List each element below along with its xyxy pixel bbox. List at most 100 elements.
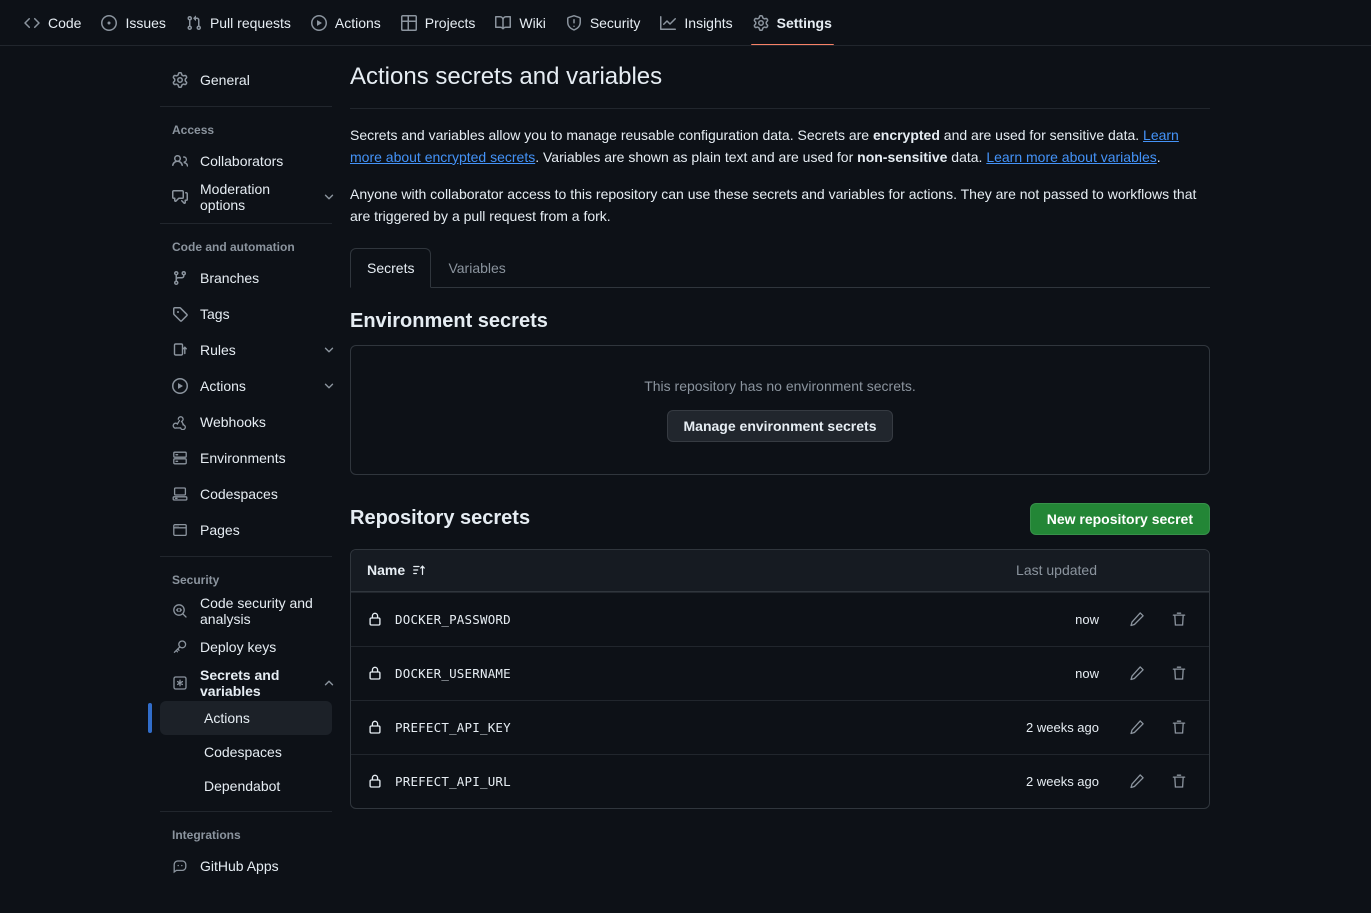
- manage-environment-secrets-button[interactable]: Manage environment secrets: [667, 410, 894, 442]
- sidebar-item-environments[interactable]: Environments: [160, 440, 344, 476]
- webhook-icon: [172, 414, 188, 430]
- browser-icon: [172, 522, 188, 538]
- sidebar-item-label: Rules: [200, 342, 310, 358]
- repository-secrets-heading: Repository secrets: [350, 507, 530, 530]
- nav-item-wiki[interactable]: Wiki: [485, 0, 555, 46]
- column-header-last-updated: Last updated: [1016, 562, 1193, 578]
- link-variables[interactable]: Learn more about variables: [986, 149, 1156, 165]
- sidebar-item-general[interactable]: General: [160, 62, 344, 98]
- main-content: Actions secrets and variables Secrets an…: [344, 46, 1371, 913]
- trash-icon[interactable]: [1165, 713, 1193, 741]
- environment-secrets-heading: Environment secrets: [350, 310, 1210, 333]
- sidebar-item-label: Environments: [200, 450, 336, 466]
- sidebar-divider: [160, 811, 332, 812]
- graph-icon: [660, 15, 676, 31]
- description-paragraph-2: Anyone with collaborator access to this …: [350, 184, 1210, 227]
- chevron-down-icon[interactable]: [322, 379, 336, 393]
- sort-asc-icon[interactable]: [412, 563, 426, 577]
- nav-item-projects[interactable]: Projects: [391, 0, 486, 46]
- table-row: PREFECT_API_KEY 2 weeks ago: [351, 700, 1209, 754]
- nav-item-label: Code: [48, 15, 81, 31]
- nav-item-security[interactable]: Security: [556, 0, 651, 46]
- trash-icon[interactable]: [1165, 659, 1193, 687]
- rules-icon: [172, 342, 188, 358]
- chevron-down-icon[interactable]: [322, 190, 336, 204]
- github-apps-icon: [172, 858, 188, 874]
- sidebar-item-deploy-keys[interactable]: Deploy keys: [160, 629, 344, 665]
- pencil-icon[interactable]: [1123, 659, 1151, 687]
- repository-secrets-table: Name Last updated DOCKER_PASSWORD now: [350, 549, 1210, 809]
- secret-name: DOCKER_USERNAME: [395, 666, 511, 681]
- trash-icon[interactable]: [1165, 605, 1193, 633]
- nav-item-issues[interactable]: Issues: [91, 0, 175, 46]
- code-icon: [24, 15, 40, 31]
- nav-item-label: Issues: [125, 15, 165, 31]
- sidebar-subitem-codespaces[interactable]: Codespaces: [160, 735, 332, 769]
- column-header-name-label: Name: [367, 562, 405, 578]
- secrets-variables-tabs: Secrets Variables: [350, 248, 1210, 288]
- sidebar-item-github-apps[interactable]: GitHub Apps: [160, 848, 344, 884]
- sidebar-divider: [160, 106, 332, 107]
- sidebar-group-access: Access: [160, 115, 344, 143]
- nav-item-pull-requests[interactable]: Pull requests: [176, 0, 301, 46]
- sidebar-item-label: Secrets and variables: [200, 667, 310, 699]
- nav-item-label: Pull requests: [210, 15, 291, 31]
- people-icon: [172, 153, 188, 169]
- sidebar-divider: [160, 223, 332, 224]
- sidebar-item-label: Tags: [200, 306, 336, 322]
- git-pull-request-icon: [186, 15, 202, 31]
- sidebar-subitem-label: Codespaces: [204, 744, 282, 760]
- trash-icon[interactable]: [1165, 767, 1193, 795]
- pencil-icon[interactable]: [1123, 767, 1151, 795]
- environment-secrets-empty-text: This repository has no environment secre…: [367, 378, 1193, 394]
- sidebar-subitem-label: Dependabot: [204, 778, 280, 794]
- sidebar-item-rules[interactable]: Rules: [160, 332, 344, 368]
- repo-navigation: Code Issues Pull requests Actions Projec…: [0, 0, 1371, 46]
- lock-icon: [367, 611, 383, 627]
- nav-item-code[interactable]: Code: [14, 0, 91, 46]
- pencil-icon[interactable]: [1123, 605, 1151, 633]
- table-row: DOCKER_USERNAME now: [351, 646, 1209, 700]
- lock-icon: [367, 773, 383, 789]
- nav-item-label: Insights: [684, 15, 732, 31]
- pencil-icon[interactable]: [1123, 713, 1151, 741]
- environment-secrets-blankslate: This repository has no environment secre…: [350, 345, 1210, 475]
- sidebar-subitem-dependabot[interactable]: Dependabot: [160, 769, 332, 803]
- nav-item-actions[interactable]: Actions: [301, 0, 391, 46]
- sidebar-item-branches[interactable]: Branches: [160, 260, 344, 296]
- sidebar-item-secrets-and-variables[interactable]: Secrets and variables: [160, 665, 344, 701]
- sidebar-list: General Access Collaborators Moderation …: [160, 62, 344, 884]
- desc-text: Secrets and variables allow you to manag…: [350, 127, 873, 143]
- sidebar-item-moderation-options[interactable]: Moderation options: [160, 179, 344, 215]
- tab-secrets[interactable]: Secrets: [350, 248, 431, 288]
- row-actions: [1123, 605, 1193, 633]
- chevron-down-icon[interactable]: [322, 343, 336, 357]
- sidebar-item-code-security-and-analysis[interactable]: Code security and analysis: [160, 593, 344, 629]
- chevron-up-icon[interactable]: [322, 676, 336, 690]
- tab-variables[interactable]: Variables: [431, 248, 522, 288]
- row-actions: [1123, 767, 1193, 795]
- sidebar-item-codespaces[interactable]: Codespaces: [160, 476, 344, 512]
- nav-item-settings[interactable]: Settings: [743, 0, 842, 46]
- sidebar-item-collaborators[interactable]: Collaborators: [160, 143, 344, 179]
- sidebar-item-label: General: [200, 72, 336, 88]
- desc-bold-non-sensitive: non-sensitive: [857, 149, 947, 165]
- tag-icon: [172, 306, 188, 322]
- nav-item-insights[interactable]: Insights: [650, 0, 742, 46]
- desc-text: data.: [947, 149, 986, 165]
- sidebar-item-label: Pages: [200, 522, 336, 538]
- sidebar-item-pages[interactable]: Pages: [160, 512, 344, 548]
- page-body: General Access Collaborators Moderation …: [0, 46, 1371, 913]
- sidebar-item-actions[interactable]: Actions: [160, 368, 344, 404]
- sidebar-item-tags[interactable]: Tags: [160, 296, 344, 332]
- play-icon: [311, 15, 327, 31]
- book-icon: [495, 15, 511, 31]
- lock-icon: [367, 665, 383, 681]
- sidebar-subitem-actions[interactable]: Actions: [160, 701, 332, 735]
- new-repository-secret-button[interactable]: New repository secret: [1030, 503, 1210, 535]
- sidebar-subitem-label: Actions: [204, 710, 250, 726]
- sidebar-item-label: Collaborators: [200, 153, 336, 169]
- sidebar-item-label: Moderation options: [200, 181, 310, 213]
- sidebar-item-webhooks[interactable]: Webhooks: [160, 404, 344, 440]
- secret-last-updated: 2 weeks ago: [1026, 720, 1099, 735]
